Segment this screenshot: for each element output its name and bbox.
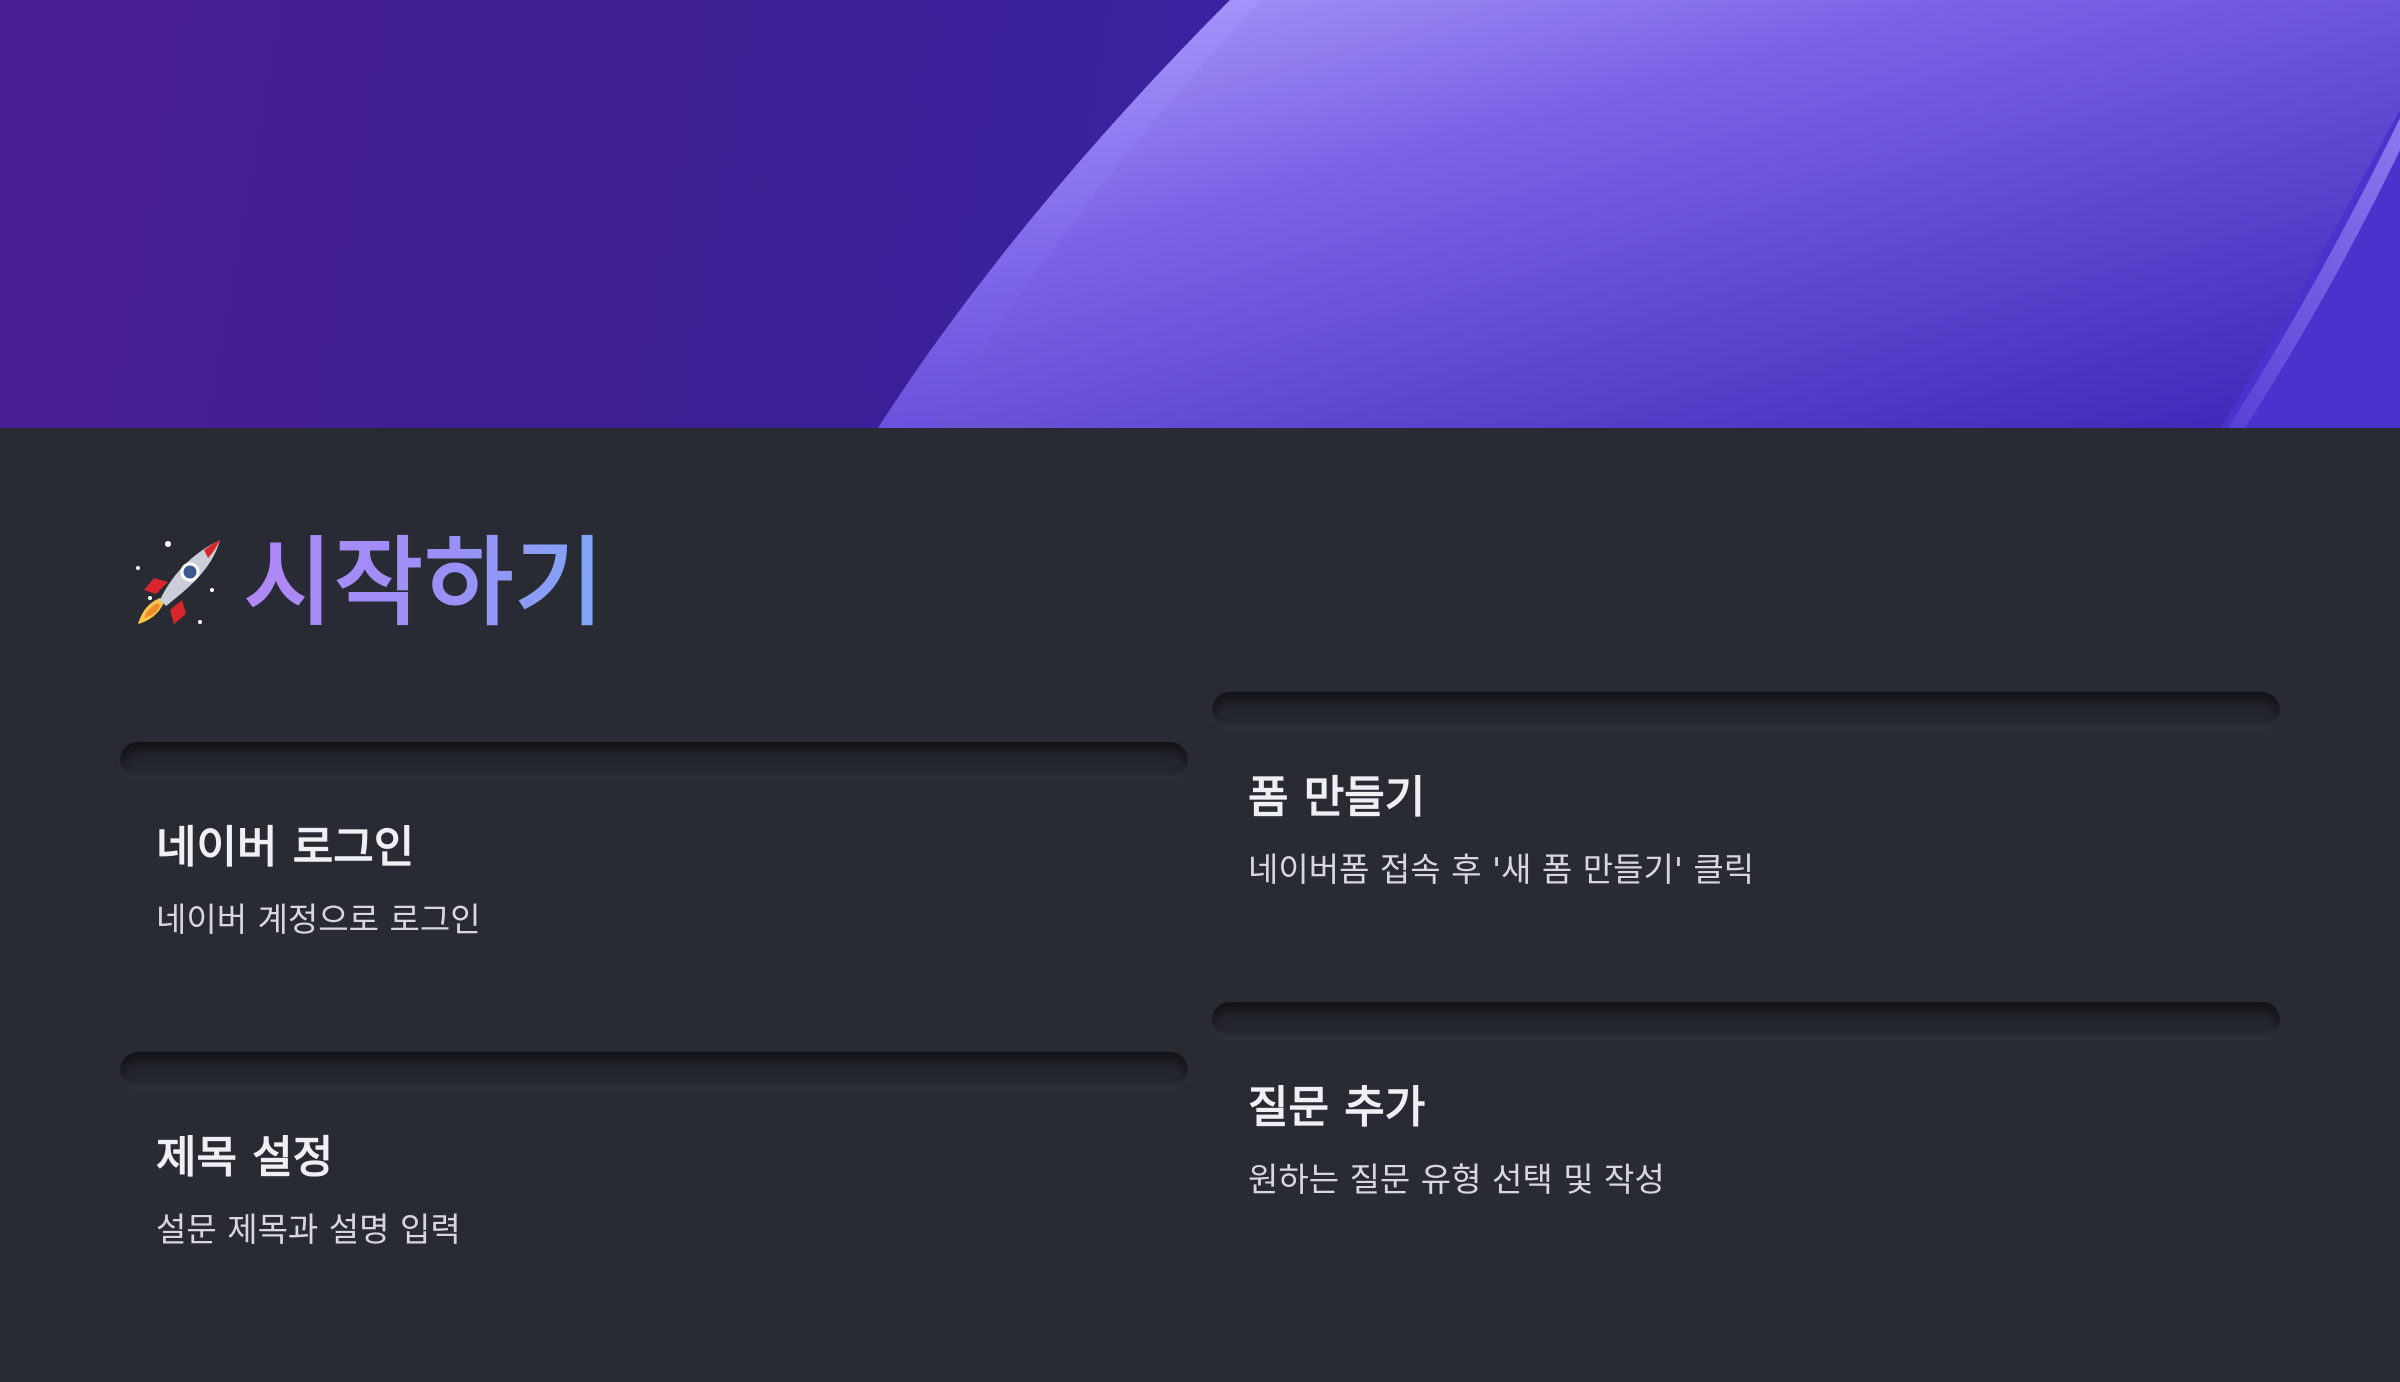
card-top-bar	[1212, 692, 2280, 728]
card-top-bar	[120, 742, 1188, 778]
step-card-add-questions: 질문 추가 원하는 질문 유형 선택 및 작성	[1212, 1002, 2280, 1202]
step-description: 원하는 질문 유형 선택 및 작성	[1248, 1160, 1665, 1199]
hero-wave-graphic	[878, 0, 2400, 428]
step-title: 폼 만들기	[1248, 772, 1426, 823]
step-title: 제목 설정	[156, 1132, 334, 1183]
step-description: 설문 제목과 설명 입력	[156, 1210, 461, 1249]
step-description: 네이버 계정으로 로그인	[156, 900, 481, 939]
hero-banner	[0, 0, 2400, 428]
main-content: 시작하기 네이버 로그인 네이버 계정으로 로그인 폼 만들기 네이버폼 접속 …	[0, 428, 2400, 1382]
title-row: 시작하기	[120, 528, 605, 638]
step-card-set-title: 제목 설정 설문 제목과 설명 입력	[120, 1052, 1188, 1252]
page-title: 시작하기	[244, 527, 606, 639]
step-card-naver-login: 네이버 로그인 네이버 계정으로 로그인	[120, 742, 1188, 942]
step-title: 네이버 로그인	[156, 822, 415, 873]
step-description: 네이버폼 접속 후 '새 폼 만들기' 클릭	[1248, 850, 1755, 889]
card-top-bar	[1212, 1002, 2280, 1038]
step-card-create-form: 폼 만들기 네이버폼 접속 후 '새 폼 만들기' 클릭	[1212, 692, 2280, 892]
card-top-bar	[120, 1052, 1188, 1088]
rocket-icon	[136, 540, 220, 624]
step-title: 질문 추가	[1248, 1082, 1426, 1133]
